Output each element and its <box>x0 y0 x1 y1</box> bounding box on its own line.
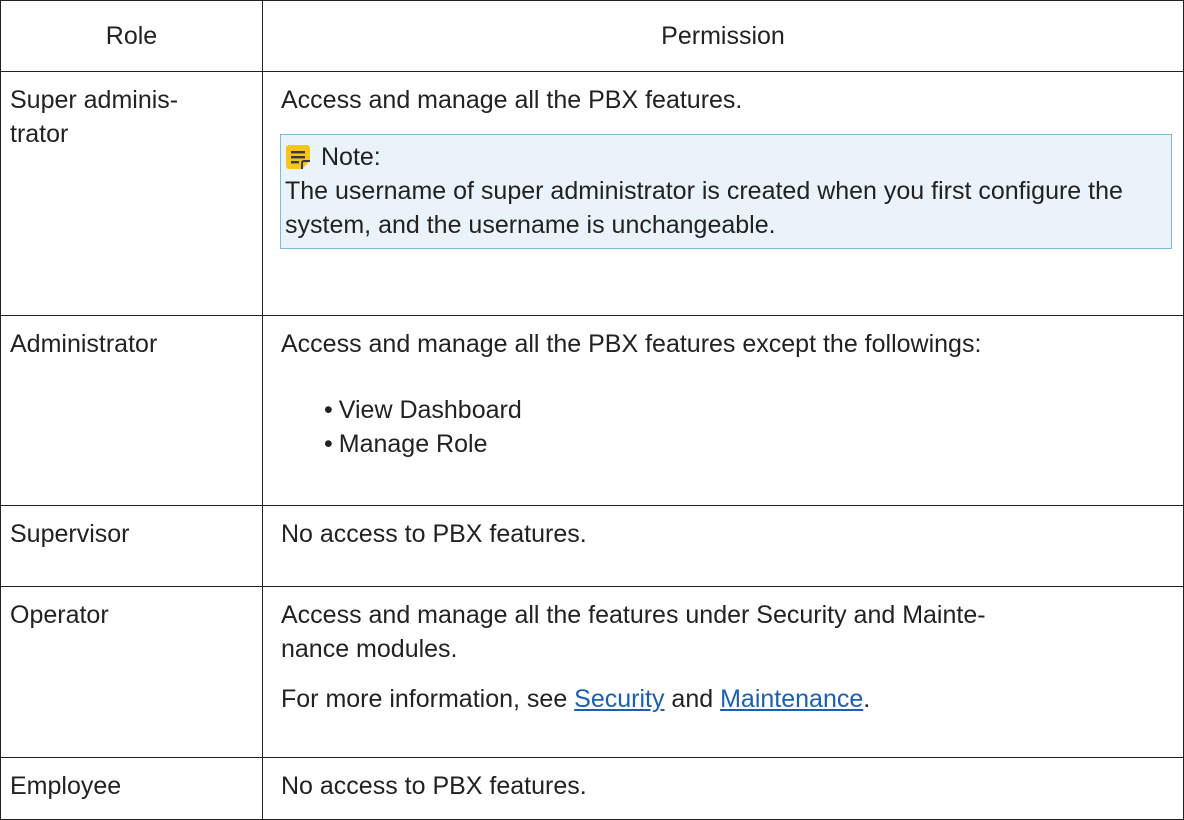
role-name: Employee <box>10 772 122 800</box>
table-header-row: Role Permission <box>0 0 1184 72</box>
note-heading: Note: <box>285 139 1163 174</box>
permission-cell: Access and manage all the PBX features. <box>262 71 1184 316</box>
table-row: Operator Access and manage all the featu… <box>0 586 1184 758</box>
permission-cell: Access and manage all the features under… <box>262 586 1184 758</box>
role-cell: Supervisor <box>0 505 263 587</box>
permission-text: No access to PBX features. <box>281 520 587 548</box>
permission-cell: Access and manage all the PBX features e… <box>262 315 1184 506</box>
role-name: Administrator <box>10 330 158 358</box>
role-column-header: Role <box>0 0 263 72</box>
note-title: Note: <box>321 142 381 171</box>
permission-exceptions-list: View Dashboard Manage Role <box>281 393 1171 461</box>
role-cell: Employee <box>0 757 263 820</box>
note-icon <box>285 144 311 170</box>
role-name: Operator <box>10 601 109 629</box>
table-row: Administrator Access and manage all the … <box>0 315 1184 506</box>
note-text: The username of super administrator is c… <box>285 177 1123 239</box>
role-name: Supervisor <box>10 520 130 548</box>
permission-column-header: Permission <box>262 0 1184 72</box>
table-row: Super adminis- trator Access and manage … <box>0 71 1184 316</box>
permission-text: Access and manage all the PBX features. <box>281 86 743 114</box>
permission-cell: No access to PBX features. <box>262 505 1184 587</box>
permission-text: Access and manage all the PBX features e… <box>281 330 982 358</box>
permission-cell: No access to PBX features. <box>262 757 1184 820</box>
note-box: Note: The username of super administrato… <box>280 134 1172 249</box>
table-row: Employee No access to PBX features. <box>0 757 1184 820</box>
roles-permissions-table: Role Permission Super adminis- trator Ac… <box>0 0 1184 820</box>
permission-text: No access to PBX features. <box>281 772 587 800</box>
role-cell: Operator <box>0 586 263 758</box>
role-cell: Administrator <box>0 315 263 506</box>
permission-text: Access and manage all the features under… <box>281 601 986 663</box>
list-item: Manage Role <box>324 427 1171 461</box>
role-cell: Super adminis- trator <box>0 71 263 316</box>
list-item: View Dashboard <box>324 393 1171 427</box>
table-row: Supervisor No access to PBX features. <box>0 505 1184 587</box>
more-info-text: For more information, see Security and M… <box>281 682 1171 716</box>
role-name: Super adminis- trator <box>10 86 179 148</box>
